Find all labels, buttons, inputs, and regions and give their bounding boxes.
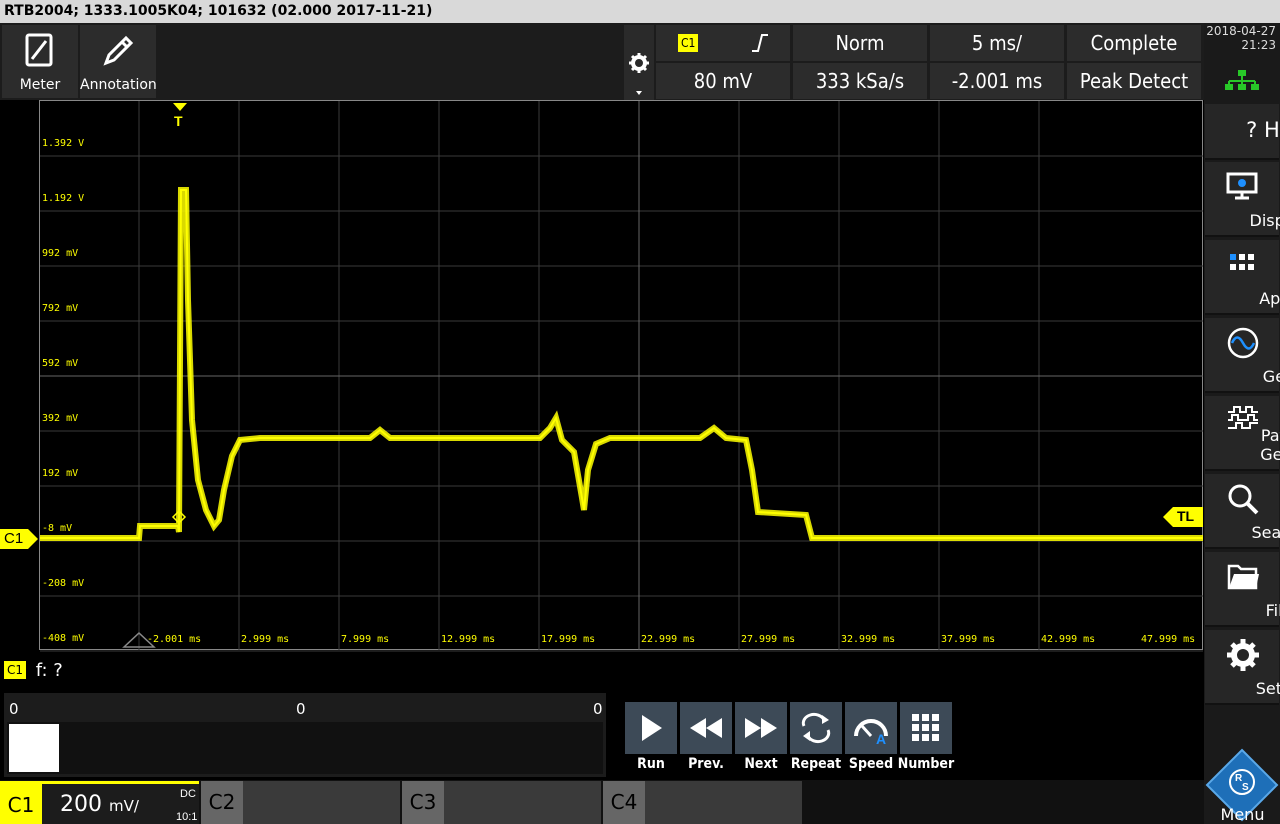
center-axes bbox=[40, 101, 1203, 650]
fast-forward-icon bbox=[745, 718, 777, 738]
y-tick-label: -8 mV bbox=[42, 523, 73, 534]
x-tick-label: 12.999 ms bbox=[441, 634, 496, 645]
trigger-marker-label: T bbox=[174, 113, 183, 129]
freq-value: f: ? bbox=[35, 659, 63, 681]
y-tick-label: 592 mV bbox=[42, 358, 79, 369]
channel-c2-tab[interactable]: C2 bbox=[201, 781, 400, 824]
repeat-button[interactable] bbox=[790, 702, 842, 754]
number-label: Number bbox=[897, 756, 955, 772]
c1-offset-marker[interactable]: C1 bbox=[0, 529, 38, 549]
c1-scale-unit: mV/ bbox=[109, 797, 139, 815]
x-tick-label: 2.999 ms bbox=[241, 634, 290, 645]
c1-probe: 10:1 bbox=[176, 811, 198, 823]
speed-button[interactable]: A bbox=[845, 702, 897, 754]
next-button[interactable] bbox=[735, 702, 787, 754]
x-tick-label: 17.999 ms bbox=[541, 634, 596, 645]
speed-label: Speed bbox=[848, 756, 894, 772]
y-tick-label: 192 mV bbox=[42, 468, 79, 479]
c2-tag: C2 bbox=[201, 781, 243, 824]
history-panel[interactable]: 0 0 0 bbox=[4, 693, 606, 777]
repeat-icon bbox=[801, 712, 831, 744]
c1-coupling: DC bbox=[180, 788, 196, 800]
channel-c1-tab[interactable]: C1 200 mV/ DC 10:1 bbox=[0, 781, 199, 824]
y-tick-label: 792 mV bbox=[42, 303, 79, 314]
speedometer-icon: A bbox=[854, 719, 888, 746]
number-grid-icon bbox=[912, 714, 939, 741]
x-tick-label: 27.999 ms bbox=[741, 634, 796, 645]
tl-marker-label: TL bbox=[1177, 508, 1195, 524]
previous-button[interactable] bbox=[680, 702, 732, 754]
y-tick-label: 1.192 V bbox=[42, 193, 85, 204]
trigger-marker[interactable]: T bbox=[170, 101, 190, 131]
y-tick-label: 1.392 V bbox=[42, 138, 85, 149]
trigger-level-marker[interactable]: TL bbox=[1163, 507, 1203, 527]
y-tick-label: -208 mV bbox=[42, 578, 85, 589]
run-label: Run bbox=[637, 756, 665, 772]
x-tick-label: 22.999 ms bbox=[641, 634, 696, 645]
x-tick-label: 7.999 ms bbox=[341, 634, 390, 645]
run-button[interactable] bbox=[625, 702, 677, 754]
number-button[interactable] bbox=[900, 702, 952, 754]
history-right-value: 0 bbox=[593, 700, 603, 718]
x-tick-label: 47.999 ms bbox=[1141, 634, 1196, 645]
y-tick-label: 992 mV bbox=[42, 248, 79, 259]
x-tick-label: -2.001 ms bbox=[147, 634, 202, 645]
channel-c4-tab[interactable]: C4 bbox=[603, 781, 802, 824]
prev-label: Prev. bbox=[688, 756, 724, 772]
rewind-icon bbox=[690, 718, 722, 738]
play-icon bbox=[642, 715, 662, 741]
c4-tag: C4 bbox=[603, 781, 645, 824]
channel-c3-tab[interactable]: C3 bbox=[402, 781, 601, 824]
history-slider-handle[interactable] bbox=[9, 724, 59, 772]
y-tick-label: 392 mV bbox=[42, 413, 79, 424]
x-tick-label: 32.999 ms bbox=[841, 634, 896, 645]
c1-scale-value: 200 bbox=[60, 792, 102, 817]
c1-scale: 200 mV/ bbox=[60, 792, 139, 817]
x-tick-label: 37.999 ms bbox=[941, 634, 996, 645]
history-mid-value: 0 bbox=[296, 700, 306, 718]
svg-text:A: A bbox=[876, 731, 886, 746]
c1-marker-label: C1 bbox=[4, 530, 24, 547]
next-label: Next bbox=[744, 756, 778, 772]
freq-channel-chip: C1 bbox=[4, 661, 27, 679]
repeat-label: Repeat bbox=[790, 756, 842, 772]
x-tick-label: 42.999 ms bbox=[1041, 634, 1096, 645]
c1-tag: C1 bbox=[0, 784, 42, 824]
history-slider[interactable] bbox=[7, 722, 603, 774]
y-tick-label: -408 mV bbox=[42, 633, 85, 644]
history-left-value: 0 bbox=[9, 700, 19, 718]
frequency-readout: C1 f: ? bbox=[4, 659, 63, 681]
c3-tag: C3 bbox=[402, 781, 444, 824]
